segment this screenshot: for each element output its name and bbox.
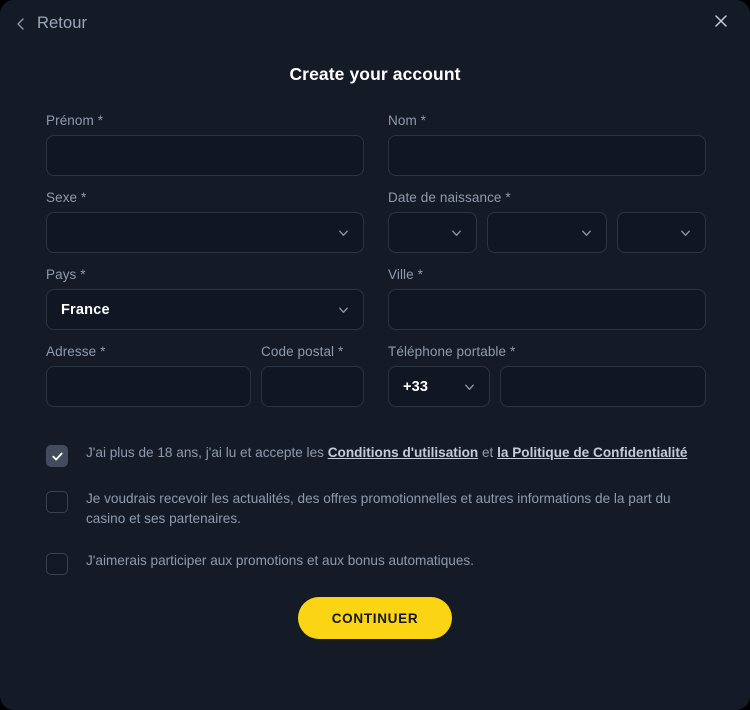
address-input[interactable]	[46, 366, 251, 407]
form-row-country-city: Pays * France Ville *	[46, 267, 706, 330]
consent-row-marketing: Je voudrais recevoir les actualités, des…	[46, 489, 704, 529]
field-group-address-zip: Adresse * Code postal *	[46, 344, 364, 407]
city-input[interactable]	[388, 289, 706, 330]
modal-footer: CONTINUER	[0, 597, 750, 639]
registration-form: Prénom * Nom * Sexe * Date de naissance …	[0, 85, 750, 407]
chevron-down-icon	[580, 226, 593, 239]
postal-code-label: Code postal *	[261, 344, 344, 359]
field-group-birth-date: Date de naissance *	[388, 190, 706, 253]
address-label: Adresse *	[46, 344, 106, 359]
field-group-city: Ville *	[388, 267, 706, 330]
postal-code-input[interactable]	[261, 366, 364, 407]
consent-text-age-terms: J'ai plus de 18 ans, j'ai lu et accepte …	[86, 443, 687, 463]
back-label: Retour	[37, 14, 88, 32]
create-account-modal: Retour Create your account Prénom * Nom …	[0, 0, 750, 710]
consents-section: J'ai plus de 18 ans, j'ai lu et accepte …	[0, 421, 750, 575]
field-group-country: Pays * France	[46, 267, 364, 330]
chevron-down-icon	[679, 226, 692, 239]
form-row-sex-dob: Sexe * Date de naissance *	[46, 190, 706, 253]
consent-row-promotions: J'aimerais participer aux promotions et …	[46, 551, 704, 575]
sex-select[interactable]	[46, 212, 364, 253]
phone-inputs: +33	[388, 366, 706, 407]
form-row-names: Prénom * Nom *	[46, 113, 706, 176]
chevron-down-icon	[450, 226, 463, 239]
close-button[interactable]	[708, 10, 734, 36]
field-group-sex: Sexe *	[46, 190, 364, 253]
last-name-input[interactable]	[388, 135, 706, 176]
close-icon	[713, 13, 729, 34]
page-title: Create your account	[289, 64, 461, 84]
field-group-phone: Téléphone portable * +33	[388, 344, 706, 407]
chevron-down-icon	[463, 380, 476, 393]
phone-number-input[interactable]	[500, 366, 706, 407]
phone-prefix-select[interactable]: +33	[388, 366, 490, 407]
birth-day-select[interactable]	[388, 212, 477, 253]
phone-prefix-value: +33	[403, 378, 429, 395]
consent-checkbox-marketing[interactable]	[46, 491, 68, 513]
consent-row-age-terms: J'ai plus de 18 ans, j'ai lu et accepte …	[46, 443, 704, 467]
form-row-address-phone: Adresse * Code postal * Téléphone portab…	[46, 344, 706, 407]
terms-of-use-link[interactable]: Conditions d'utilisation	[328, 445, 478, 460]
privacy-policy-link[interactable]: la Politique de Confidentialité	[497, 445, 687, 460]
consent-text-part-1: J'ai plus de 18 ans, j'ai lu et accepte …	[86, 445, 328, 460]
field-group-first-name: Prénom *	[46, 113, 364, 176]
consent-text-part-2: et	[478, 445, 498, 460]
birth-month-select[interactable]	[487, 212, 607, 253]
field-group-last-name: Nom *	[388, 113, 706, 176]
address-zip-inputs	[46, 366, 364, 407]
consent-text-promotions: J'aimerais participer aux promotions et …	[86, 553, 474, 568]
birth-date-label: Date de naissance *	[388, 190, 511, 205]
modal-header: Retour	[0, 0, 750, 52]
first-name-input[interactable]	[46, 135, 364, 176]
birth-year-select[interactable]	[617, 212, 706, 253]
birth-date-selects	[388, 212, 706, 253]
address-zip-labels: Adresse * Code postal *	[46, 344, 364, 366]
checkmark-icon	[51, 450, 64, 463]
country-select[interactable]: France	[46, 289, 364, 330]
country-label: Pays *	[46, 267, 86, 282]
sex-label: Sexe *	[46, 190, 87, 205]
country-value: France	[61, 301, 110, 318]
mobile-phone-label: Téléphone portable *	[388, 344, 516, 359]
consent-checkbox-promotions[interactable]	[46, 553, 68, 575]
continue-button[interactable]: CONTINUER	[297, 597, 453, 639]
chevron-down-icon	[337, 226, 350, 239]
last-name-label: Nom *	[388, 113, 427, 128]
city-label: Ville *	[388, 267, 423, 282]
chevron-left-icon	[14, 17, 28, 31]
first-name-label: Prénom *	[46, 113, 104, 128]
chevron-down-icon	[337, 303, 350, 316]
back-button[interactable]: Retour	[14, 14, 87, 33]
consent-checkbox-age-terms[interactable]	[46, 445, 68, 467]
consent-text-marketing: Je voudrais recevoir les actualités, des…	[86, 491, 671, 526]
